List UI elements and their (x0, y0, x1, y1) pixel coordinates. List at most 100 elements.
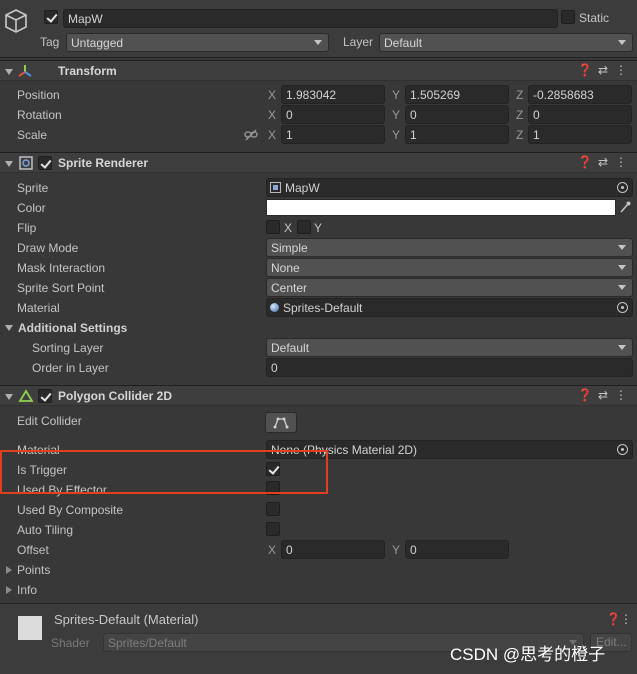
color-label: Color (17, 201, 46, 215)
active-checkbox[interactable] (44, 10, 58, 24)
additional-settings-label[interactable]: Additional Settings (18, 321, 127, 336)
layer-dropdown[interactable]: Default (379, 33, 633, 52)
preset-icon[interactable]: ⇄ (594, 155, 612, 170)
edit-collider-button[interactable] (265, 412, 297, 433)
position-z-axis[interactable]: Z (516, 88, 523, 103)
offset-y-field[interactable]: 0 (405, 540, 509, 559)
sorting-layer-label: Sorting Layer (32, 341, 104, 355)
rotation-z-field[interactable]: 0 (528, 105, 632, 124)
help-icon[interactable]: ❓ (576, 63, 594, 78)
flip-y-label: Y (314, 221, 323, 235)
foldout-open-icon[interactable] (5, 161, 13, 167)
position-y-field[interactable]: 1.505269 (405, 85, 509, 104)
color-swatch[interactable] (266, 199, 616, 216)
polygon-collider-title: Polygon Collider 2D (58, 389, 173, 403)
scale-z-field[interactable]: 1 (528, 125, 632, 144)
sprite-value: MapW (285, 181, 320, 195)
rotation-z-axis[interactable]: Z (516, 108, 523, 123)
scale-label: Scale (17, 128, 48, 142)
sprite-sort-point-dropdown[interactable]: Center (266, 278, 633, 297)
position-x-field[interactable]: 1.983042 (281, 85, 385, 104)
help-icon[interactable]: ❓ (606, 612, 621, 627)
more-icon[interactable]: ⋮ (612, 155, 630, 170)
additional-settings-foldout-icon[interactable] (5, 325, 13, 331)
info-foldout-icon[interactable] (6, 586, 12, 594)
offset-x-axis[interactable]: X (268, 543, 276, 558)
offset-x-field[interactable]: 0 (281, 540, 385, 559)
offset-label: Offset (17, 543, 49, 557)
sprite-object-field[interactable]: MapW (266, 178, 633, 197)
mask-interaction-value: None (271, 261, 300, 275)
sorting-layer-dropdown[interactable]: Default (266, 338, 633, 357)
preset-icon[interactable]: ⇄ (594, 63, 612, 78)
order-in-layer-field[interactable]: 0 (266, 358, 633, 377)
sprite-renderer-icon (19, 156, 33, 170)
rotation-y-axis[interactable]: Y (392, 108, 400, 123)
flip-y-checkbox[interactable] (297, 220, 311, 234)
used-by-composite-checkbox[interactable] (266, 502, 280, 516)
help-icon[interactable]: ❓ (576, 155, 594, 170)
position-x-axis[interactable]: X (268, 88, 276, 103)
more-icon[interactable]: ⋮ (612, 63, 630, 78)
edit-collider-label: Edit Collider (17, 414, 82, 428)
rotation-y-field[interactable]: 0 (405, 105, 509, 124)
object-picker-icon[interactable] (617, 302, 628, 313)
foldout-open-icon[interactable] (5, 394, 13, 400)
info-label[interactable]: Info (17, 583, 37, 598)
polygon-collider-icon (18, 389, 34, 402)
component-header-icons: ❓ ⇄ ⋮ (576, 155, 630, 170)
object-header: MapW Static Tag Untagged Layer Default (0, 0, 637, 58)
preset-icon[interactable]: ⇄ (594, 388, 612, 403)
polygon-collider-enabled-checkbox[interactable] (38, 389, 52, 403)
auto-tiling-label: Auto Tiling (17, 523, 74, 537)
watermark-text: CSDN @思考的橙子 (450, 645, 606, 664)
sprite-sort-point-label: Sprite Sort Point (17, 281, 105, 295)
object-picker-icon[interactable] (617, 444, 628, 455)
flip-label: Flip (17, 221, 37, 235)
sprite-label: Sprite (17, 181, 49, 195)
transform-header[interactable]: Transform ❓ ⇄ ⋮ (0, 60, 637, 81)
position-y-axis[interactable]: Y (392, 88, 400, 103)
draw-mode-dropdown[interactable]: Simple (266, 238, 633, 257)
transform-title: Transform (58, 64, 117, 78)
foldout-open-icon[interactable] (5, 69, 13, 75)
layer-label: Layer (343, 35, 374, 49)
scale-x-field[interactable]: 1 (281, 125, 385, 144)
points-label[interactable]: Points (17, 563, 50, 578)
eyedropper-icon[interactable] (619, 200, 631, 214)
more-icon[interactable]: ⋮ (612, 388, 630, 403)
shader-value: Sprites/Default (108, 636, 187, 650)
constrain-proportions-icon[interactable] (244, 129, 258, 141)
scale-z-axis[interactable]: Z (516, 128, 523, 143)
shader-label: Shader (51, 636, 90, 650)
tag-value: Untagged (71, 36, 124, 50)
rotation-x-field[interactable]: 0 (281, 105, 385, 124)
object-picker-icon[interactable] (617, 182, 628, 193)
edit-collider-icon (273, 417, 289, 429)
auto-tiling-checkbox[interactable] (266, 522, 280, 536)
tag-dropdown[interactable]: Untagged (66, 33, 329, 52)
sprite-renderer-title: Sprite Renderer (58, 156, 149, 170)
sprite-renderer-enabled-checkbox[interactable] (38, 156, 52, 170)
material-object-field[interactable]: Sprites-Default (266, 298, 633, 317)
material-preview-thumbnail (18, 616, 42, 640)
more-icon[interactable]: ⋮ (620, 612, 632, 627)
object-name-field[interactable]: MapW (63, 9, 558, 28)
chevron-down-icon (618, 345, 626, 350)
offset-y-axis[interactable]: Y (392, 543, 400, 558)
scale-x-axis[interactable]: X (268, 128, 276, 143)
flip-x-checkbox[interactable] (266, 220, 280, 234)
position-z-field[interactable]: -0.2858683 (528, 85, 632, 104)
help-icon[interactable]: ❓ (576, 388, 594, 403)
polygon-collider-header[interactable]: Polygon Collider 2D ❓ ⇄ ⋮ (0, 385, 637, 406)
mask-interaction-dropdown[interactable]: None (266, 258, 633, 277)
chevron-down-icon (618, 40, 626, 45)
material-value: Sprites-Default (283, 301, 363, 315)
points-foldout-icon[interactable] (6, 566, 12, 574)
scale-y-field[interactable]: 1 (405, 125, 509, 144)
order-in-layer-label: Order in Layer (32, 361, 109, 375)
sprite-renderer-header[interactable]: Sprite Renderer ❓ ⇄ ⋮ (0, 152, 637, 173)
static-checkbox[interactable] (561, 10, 575, 24)
rotation-x-axis[interactable]: X (268, 108, 276, 123)
scale-y-axis[interactable]: Y (392, 128, 400, 143)
